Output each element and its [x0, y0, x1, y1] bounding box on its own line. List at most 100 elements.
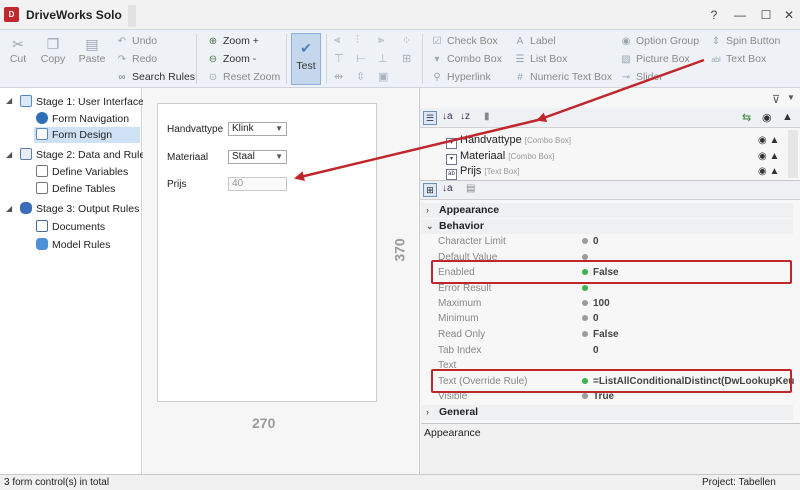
picture-box-button[interactable]: ▨ Picture Box [620, 53, 689, 65]
distribute-icon[interactable]: ⁘ [402, 34, 411, 47]
align-bottom-icon[interactable]: ⊥ [378, 52, 388, 65]
label-label: Label [530, 35, 556, 47]
redo-button[interactable]: ↷ Redo [116, 53, 157, 65]
category-appearance[interactable]: › Appearance [421, 203, 793, 218]
tree-define-variables[interactable]: Define Variables [36, 164, 128, 180]
arrows-icon[interactable]: ⇆ [742, 111, 751, 124]
maximize-button[interactable]: ☐ [756, 6, 776, 24]
ribbon-separator [422, 34, 423, 84]
textbox-icon: abl [711, 57, 721, 64]
property-row[interactable]: Character Limit 0 [438, 234, 794, 249]
property-value: 0 [593, 313, 599, 324]
control-item[interactable]: ▾ Handvattype [Combo Box] [446, 134, 571, 149]
option-group-button[interactable]: ◉ Option Group [620, 35, 699, 47]
sort-desc-icon[interactable]: ↓z [460, 111, 470, 122]
control-item[interactable]: ▾ Materiaal [Combo Box] [446, 150, 555, 165]
picture-box-icon: ▨ [621, 54, 631, 65]
tree-stage-1[interactable]: Stage 1: User Interface [20, 94, 144, 110]
test-label: Test [296, 60, 316, 72]
redo-label: Redo [132, 53, 158, 65]
property-row[interactable]: Maximum 100 [438, 296, 794, 311]
align-middle-icon[interactable]: ⊢ [356, 52, 366, 65]
controls-scrollbar[interactable] [788, 130, 798, 178]
chevron-down-icon[interactable]: ▼ [787, 93, 795, 102]
prijs-textbox[interactable]: 40 [228, 177, 287, 191]
property-name: Error Result [438, 283, 492, 294]
tree-model-rules-label: Model Rules [52, 239, 111, 251]
zoom-in-label: Zoom + [223, 35, 259, 47]
sort-asc-icon[interactable]: ↓a [442, 111, 453, 122]
help-button[interactable]: ? [704, 6, 724, 24]
spin-button-button[interactable]: ⇕ Spin Button [710, 35, 781, 47]
property-pages-icon[interactable]: ▤ [466, 183, 475, 194]
label-button[interactable]: A Label [514, 35, 556, 47]
materiaal-value: Staal [232, 151, 255, 162]
pin-icon[interactable]: ▮ [484, 111, 490, 122]
eye-icon[interactable]: ◉ [762, 111, 772, 124]
property-row[interactable]: Minimum 0 [438, 311, 794, 326]
status-dot [582, 393, 588, 399]
bring-front-icon[interactable]: ▣ [378, 70, 388, 83]
minimize-button[interactable]: — [730, 6, 750, 24]
eye-icon[interactable]: ◉ ▲ [758, 135, 779, 146]
same-size-icon[interactable]: ⊞ [402, 52, 411, 65]
redo-icon: ↷ [117, 54, 127, 65]
numeric-text-box-button[interactable]: # Numeric Text Box [514, 71, 612, 83]
reset-zoom-label: Reset Zoom [223, 71, 281, 83]
align-right-icon[interactable]: ⫸ [378, 34, 384, 47]
test-button[interactable]: ✔ Test [291, 33, 321, 85]
cut-button[interactable]: ✂ Cut [3, 35, 33, 65]
reset-zoom-button[interactable]: ⊙ Reset Zoom [207, 71, 280, 83]
collapse-icon[interactable]: ◢ [6, 150, 12, 159]
tree-stage-3[interactable]: Stage 3: Output Rules [20, 201, 139, 217]
paste-button[interactable]: ▤ Paste [77, 35, 107, 65]
list-box-button[interactable]: ☰ List Box [514, 53, 568, 65]
property-row[interactable]: Tab Index 0 [438, 343, 794, 358]
search-rules-button[interactable]: ∞ Search Rules [116, 71, 195, 83]
property-row[interactable]: Read Only False [438, 327, 794, 342]
zoom-in-button[interactable]: ⊕ Zoom + [207, 35, 259, 47]
reset-zoom-icon: ⊙ [208, 72, 218, 83]
property-name: Character Limit [438, 236, 506, 247]
align-center-icon[interactable]: ⫶ [356, 34, 359, 47]
eye-icon[interactable]: ◉ ▲ [758, 166, 779, 177]
control-item[interactable]: ab Prijs [Text Box] [446, 165, 520, 180]
category-general[interactable]: › General [421, 405, 793, 420]
tree-model-rules[interactable]: Model Rules [36, 237, 110, 253]
status-dot [582, 315, 588, 321]
combo-box-button[interactable]: ▾ Combo Box [431, 53, 501, 65]
textbox-icon: ab [446, 169, 457, 180]
zoom-out-button[interactable]: ⊖ Zoom - [207, 53, 256, 65]
search-rules-label: Search Rules [132, 71, 196, 83]
handvattype-label: Handvattype [167, 124, 224, 135]
space-horizontal-icon[interactable]: ⇹ [334, 70, 343, 83]
lock-icon[interactable]: ▲ [782, 111, 793, 123]
tree-form-design[interactable]: Form Design [34, 127, 140, 143]
copy-button[interactable]: ❐ Copy [38, 35, 68, 65]
materiaal-combo[interactable]: Staal ▼ [228, 150, 287, 164]
space-vertical-icon[interactable]: ⇳ [356, 70, 365, 83]
sort-alpha-icon[interactable]: ↓a [442, 183, 453, 194]
categorized-icon[interactable]: ⊞ [423, 183, 437, 197]
collapse-icon[interactable]: ◢ [6, 96, 12, 105]
list-view-icon[interactable]: ☰ [423, 111, 437, 125]
close-button[interactable]: ✕ [779, 6, 799, 24]
tree-form-navigation[interactable]: Form Navigation [36, 111, 129, 127]
align-top-icon[interactable]: ⊤ [334, 52, 344, 65]
tree-documents[interactable]: Documents [36, 219, 105, 235]
text-box-button[interactable]: abl Text Box [710, 53, 766, 65]
eye-icon[interactable]: ◉ ▲ [758, 151, 779, 162]
check-box-button[interactable]: ☑ Check Box [431, 35, 498, 47]
tree-stage-2[interactable]: Stage 2: Data and Rules [20, 147, 150, 163]
undo-button[interactable]: ↶ Undo [116, 35, 157, 47]
handvattype-combo[interactable]: Klink ▼ [228, 122, 287, 136]
filter-icon[interactable]: ⊽ [772, 93, 780, 106]
hyperlink-button[interactable]: ⚲ Hyperlink [431, 71, 490, 83]
category-behavior[interactable]: ⌄ Behavior [421, 219, 793, 234]
align-left-icon[interactable]: ⫷ [334, 34, 340, 47]
tree-define-tables[interactable]: Define Tables [36, 181, 115, 197]
form-canvas[interactable] [157, 103, 377, 402]
collapse-icon[interactable]: ◢ [6, 204, 12, 213]
slider-button[interactable]: ⊸ Slider [620, 71, 663, 83]
list-box-label: List Box [530, 53, 568, 65]
